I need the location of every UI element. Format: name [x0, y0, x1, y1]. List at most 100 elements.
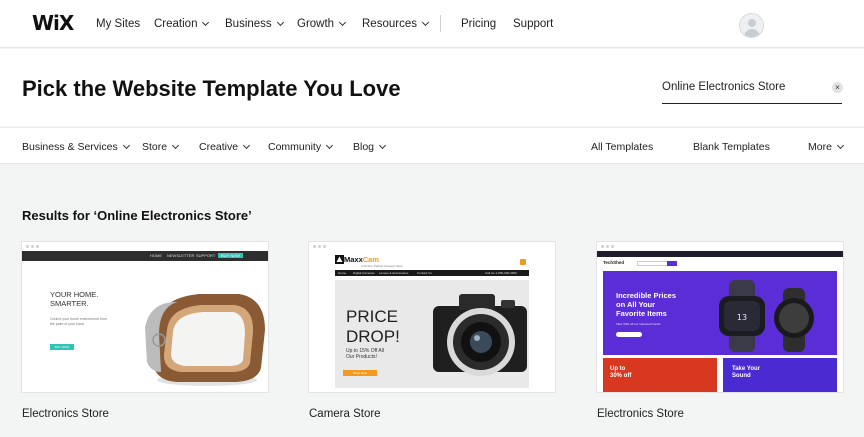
preview-nav-item: SUPPORT — [196, 253, 216, 258]
promo-tile-line: Take Your — [732, 366, 761, 372]
nav-business-label: Business — [225, 18, 272, 30]
promo-tile-line: Sound — [732, 373, 751, 379]
category-label: Blank Templates — [693, 141, 770, 153]
preview-nav-item: Home — [338, 271, 347, 275]
preview-nav-item: BUY NOW — [218, 253, 244, 258]
preview-headline-line: PRICE — [346, 307, 398, 326]
category-store[interactable]: Store — [142, 141, 180, 153]
preview-nav: Home Digital Cameras Lenses & Accessorie… — [335, 270, 529, 276]
category-label: Creative — [199, 141, 239, 153]
promo-tile-text: Take Your Sound — [732, 366, 760, 380]
category-label: More — [808, 141, 832, 153]
preview-logo-part: Maxx — [344, 255, 363, 264]
more-menu[interactable]: More — [808, 141, 844, 153]
preview-nav-item: Digital Cameras — [353, 271, 375, 275]
preview-subtext: Control your home environment from the p… — [50, 317, 107, 326]
category-business-services[interactable]: Business & Services — [22, 141, 130, 153]
promo-tile-line: 30% off — [610, 373, 632, 379]
category-creative[interactable]: Creative — [199, 141, 251, 153]
chevron-down-icon — [202, 18, 210, 27]
nav-growth-label: Growth — [297, 18, 335, 30]
chevron-down-icon — [122, 141, 130, 150]
preview-search-button — [667, 261, 677, 266]
smart-speaker-image — [145, 294, 265, 386]
category-blog[interactable]: Blog — [353, 141, 387, 153]
preview-headline: Incredible Prices on All Your Favorite I… — [616, 291, 676, 318]
preview-button — [616, 332, 642, 337]
preview-headline: PRICE DROP! — [346, 307, 400, 347]
nav-divider — [440, 15, 441, 32]
nav-support[interactable]: Support — [513, 18, 553, 30]
template-card-electronics-store-2[interactable]: TechShed Incredible Prices on All Your F… — [597, 242, 843, 392]
wix-logo[interactable]: WiX — [32, 11, 74, 35]
promo-tile-line: Up to — [610, 366, 626, 372]
preview-logo: MaxxCam — [344, 255, 379, 264]
category-bar: Business & Services Store Creative Commu… — [0, 127, 864, 164]
template-name[interactable]: Electronics Store — [597, 408, 684, 420]
preview-topbar — [597, 251, 843, 257]
svg-text:13: 13 — [737, 313, 747, 322]
chevron-down-icon — [326, 141, 334, 150]
nav-creation-label: Creation — [154, 18, 198, 30]
page-title: Pick the Website Template You Love — [22, 76, 401, 101]
top-navigation: WiX My Sites Creation Business Growth Re… — [0, 0, 864, 48]
chevron-down-icon — [378, 141, 387, 150]
template-card-camera-store[interactable]: MaxxCam A Picture Perfect Camera Store H… — [309, 242, 555, 392]
template-name[interactable]: Camera Store — [309, 408, 381, 420]
nav-pricing[interactable]: Pricing — [461, 18, 496, 30]
clear-search-button[interactable]: × — [832, 82, 843, 93]
nav-growth[interactable]: Growth — [297, 18, 347, 30]
results-heading: Results for ‘Online Electronics Store’ — [22, 208, 252, 223]
blank-templates-link[interactable]: Blank Templates — [693, 141, 770, 153]
nav-creation[interactable]: Creation — [154, 18, 210, 30]
preview-logo-part: Cam — [362, 255, 380, 264]
preview-tagline: A Picture Perfect Camera Store — [361, 264, 403, 268]
preview-nav-item: HOME — [150, 253, 162, 258]
all-templates-link[interactable]: All Templates — [591, 141, 653, 153]
preview-phone: Call Us 1-800-000-0000 — [485, 271, 517, 275]
preview-offer-line: Our Products! — [346, 354, 377, 360]
template-name[interactable]: Electronics Store — [22, 408, 109, 420]
preview-button: Shop Now — [343, 370, 377, 376]
chevron-down-icon — [243, 141, 251, 150]
preview-headline: YOUR HOME. SMARTER. — [50, 290, 98, 308]
nav-pricing-label: Pricing — [461, 18, 497, 30]
browser-bar — [22, 242, 268, 251]
smartwatch-image: 13 — [719, 280, 814, 352]
preview-headline-line: Favorite Items — [616, 309, 667, 318]
camera-logo-icon — [335, 255, 344, 264]
camera-image — [433, 294, 527, 376]
preview-headline-line: on All Your — [616, 300, 656, 309]
preview-offer: Up to 15% Off All Our Products! — [346, 348, 384, 360]
template-card-electronics-store[interactable]: HOME NEWSLETTER SUPPORT BUY NOW YOUR HOM… — [22, 242, 268, 392]
preview-nav-item: Lenses & Accessories — [379, 271, 409, 275]
chevron-down-icon — [836, 141, 844, 150]
user-avatar[interactable] — [739, 13, 764, 38]
preview-nav: HOME NEWSLETTER SUPPORT BUY NOW — [22, 251, 268, 261]
preview-brand: TechShed — [603, 260, 625, 265]
category-label: Business & Services — [22, 141, 118, 153]
promo-tile-text: Up to 30% off — [610, 366, 631, 380]
category-label: Store — [142, 141, 168, 153]
category-label: Blog — [353, 141, 375, 153]
nav-support-label: Support — [513, 18, 554, 30]
chevron-down-icon — [276, 18, 284, 27]
nav-my-sites[interactable]: My Sites — [96, 18, 140, 30]
search-underline — [662, 103, 842, 104]
preview-nav-item: Contact Us — [417, 271, 432, 275]
preview-nav-item: NEWSLETTER — [167, 253, 195, 258]
nav-business[interactable]: Business — [225, 18, 284, 30]
template-search-input[interactable] — [662, 81, 812, 93]
avatar-head-icon — [748, 19, 756, 27]
category-community[interactable]: Community — [268, 141, 334, 153]
preview-headline-line: SMARTER. — [50, 299, 89, 308]
browser-bar — [597, 242, 843, 251]
browser-bar — [309, 242, 555, 251]
chevron-down-icon — [421, 18, 430, 27]
cart-icon — [520, 259, 526, 265]
nav-resources[interactable]: Resources — [362, 18, 430, 30]
category-label: Community — [268, 141, 322, 153]
nav-my-sites-label: My Sites — [96, 18, 141, 30]
category-label: All Templates — [591, 141, 654, 153]
preview-headline-line: YOUR HOME. — [50, 290, 99, 299]
